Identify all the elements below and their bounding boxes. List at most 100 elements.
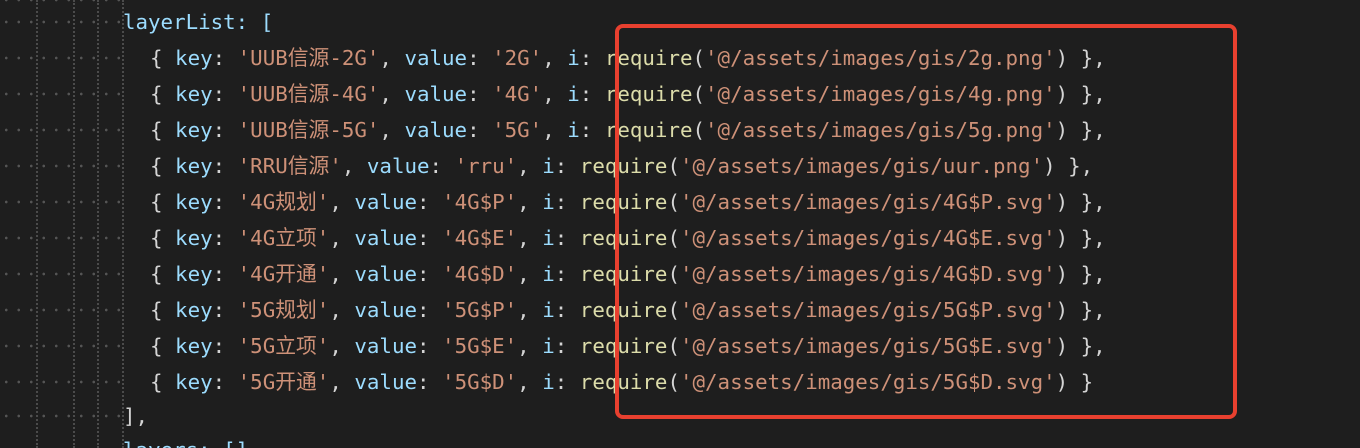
item-code: { key: '5G开通', value: '5G$D', i: require… bbox=[150, 364, 1093, 400]
code-editor[interactable]: layerList: [ { key: 'UUB信源-2G', value: '… bbox=[0, 0, 1360, 448]
colon: : bbox=[554, 334, 580, 358]
value-label: value bbox=[404, 46, 468, 70]
open-brace: { bbox=[150, 118, 176, 142]
paren-close: ) bbox=[1055, 118, 1069, 142]
code-line-close[interactable]: ], bbox=[0, 398, 1360, 434]
key-label: key bbox=[175, 298, 213, 322]
item-tail: }, bbox=[1068, 334, 1106, 358]
i-label: i bbox=[567, 118, 580, 142]
layers-declaration: layers: [] bbox=[123, 432, 248, 448]
path-string: '@/assets/images/gis/4G$P.svg' bbox=[679, 190, 1056, 214]
whitespace-dots bbox=[0, 4, 120, 40]
i-label: i bbox=[542, 154, 555, 178]
key-label: key bbox=[175, 154, 213, 178]
code-line-item[interactable]: { key: 'UUB信源-2G', value: '2G', i: requi… bbox=[0, 40, 1360, 76]
colon: : bbox=[212, 82, 238, 106]
paren-open: ( bbox=[667, 334, 680, 358]
key-string: '4G开通' bbox=[237, 262, 330, 286]
colon: : bbox=[212, 118, 238, 142]
comma: , bbox=[379, 118, 405, 142]
value-label: value bbox=[354, 334, 417, 358]
comma: , bbox=[517, 334, 543, 358]
whitespace-dots bbox=[0, 292, 120, 328]
i-label: i bbox=[542, 298, 555, 322]
key-label: key bbox=[175, 82, 213, 106]
i-label: i bbox=[542, 262, 555, 286]
key-string: '4G规划' bbox=[237, 190, 330, 214]
paren-open: ( bbox=[692, 82, 706, 106]
path-string: '@/assets/images/gis/5G$P.svg' bbox=[679, 298, 1056, 322]
value-label: value bbox=[366, 154, 430, 178]
colon: : bbox=[212, 154, 238, 178]
code-line-item[interactable]: { key: '5G立项', value: '5G$E', i: require… bbox=[0, 328, 1360, 364]
item-code: { key: '4G开通', value: '4G$D', i: require… bbox=[150, 256, 1106, 292]
whitespace-dots bbox=[0, 220, 120, 256]
whitespace-dots bbox=[0, 112, 120, 148]
code-line-item[interactable]: { key: 'UUB信源-4G', value: '4G', i: requi… bbox=[0, 76, 1360, 112]
item-tail: }, bbox=[1068, 226, 1106, 250]
colon: : bbox=[417, 226, 443, 250]
value-string: '4G' bbox=[492, 82, 543, 106]
item-code: { key: '5G立项', value: '5G$E', i: require… bbox=[150, 328, 1106, 364]
path-string: '@/assets/images/gis/4g.png' bbox=[705, 82, 1056, 106]
whitespace-dots bbox=[0, 184, 120, 220]
require-call: require bbox=[604, 46, 693, 70]
colon: : bbox=[212, 46, 238, 70]
comma: , bbox=[542, 46, 568, 70]
colon: : bbox=[554, 262, 580, 286]
code-line-item[interactable]: { key: 'UUB信源-5G', value: '5G', i: requi… bbox=[0, 112, 1360, 148]
value-string: 'rru' bbox=[454, 154, 518, 178]
whitespace-dots bbox=[0, 364, 120, 400]
item-code: { key: 'UUB信源-4G', value: '4G', i: requi… bbox=[150, 76, 1106, 112]
open-brace: { bbox=[150, 370, 176, 394]
key-label: key bbox=[175, 370, 213, 394]
key-string: '5G开通' bbox=[237, 370, 330, 394]
colon: : bbox=[212, 226, 238, 250]
whitespace-dots bbox=[0, 148, 120, 184]
value-string: '5G$P' bbox=[442, 298, 518, 322]
code-line-layerlist[interactable]: layerList: [ bbox=[0, 4, 1360, 40]
whitespace-dots bbox=[0, 40, 120, 76]
colon: : bbox=[554, 154, 580, 178]
colon: : bbox=[417, 334, 443, 358]
key-string: '5G规划' bbox=[237, 298, 330, 322]
value-label: value bbox=[354, 370, 417, 394]
code-line-item[interactable]: { key: '4G立项', value: '4G$E', i: require… bbox=[0, 220, 1360, 256]
key-string: 'UUB信源-2G' bbox=[237, 46, 380, 70]
colon: : bbox=[579, 46, 605, 70]
colon: : bbox=[417, 262, 443, 286]
whitespace-dots bbox=[0, 432, 120, 448]
colon: : bbox=[212, 298, 238, 322]
code-line-item[interactable]: { key: 'RRU信源', value: 'rru', i: require… bbox=[0, 148, 1360, 184]
value-label: value bbox=[354, 262, 417, 286]
comma: , bbox=[329, 298, 355, 322]
comma: , bbox=[517, 298, 543, 322]
item-tail: } bbox=[1068, 370, 1094, 394]
comma: , bbox=[379, 46, 405, 70]
key-string: '4G立项' bbox=[237, 226, 330, 250]
comma: , bbox=[329, 370, 355, 394]
value-string: '5G$E' bbox=[442, 334, 518, 358]
i-label: i bbox=[542, 370, 555, 394]
key-label: key bbox=[175, 334, 213, 358]
open-brace: { bbox=[150, 154, 176, 178]
path-string: '@/assets/images/gis/4G$D.svg' bbox=[679, 262, 1056, 286]
open-brace: { bbox=[150, 226, 176, 250]
value-string: '4G$P' bbox=[442, 190, 518, 214]
value-string: '2G' bbox=[492, 46, 543, 70]
comma: , bbox=[517, 190, 543, 214]
colon: : bbox=[417, 370, 443, 394]
key-string: 'UUB信源-4G' bbox=[237, 82, 380, 106]
paren-open: ( bbox=[667, 370, 680, 394]
item-code: { key: '5G规划', value: '5G$P', i: require… bbox=[150, 292, 1106, 328]
i-label: i bbox=[542, 226, 555, 250]
code-line-layers[interactable]: layers: [] bbox=[0, 432, 1360, 448]
comma: , bbox=[517, 154, 543, 178]
paren-open: ( bbox=[667, 298, 680, 322]
paren-close: ) bbox=[1055, 262, 1069, 286]
code-line-item[interactable]: { key: '4G规划', value: '4G$P', i: require… bbox=[0, 184, 1360, 220]
code-line-item[interactable]: { key: '5G开通', value: '5G$D', i: require… bbox=[0, 364, 1360, 400]
colon: : bbox=[554, 226, 580, 250]
code-line-item[interactable]: { key: '4G开通', value: '4G$D', i: require… bbox=[0, 256, 1360, 292]
code-line-item[interactable]: { key: '5G规划', value: '5G$P', i: require… bbox=[0, 292, 1360, 328]
